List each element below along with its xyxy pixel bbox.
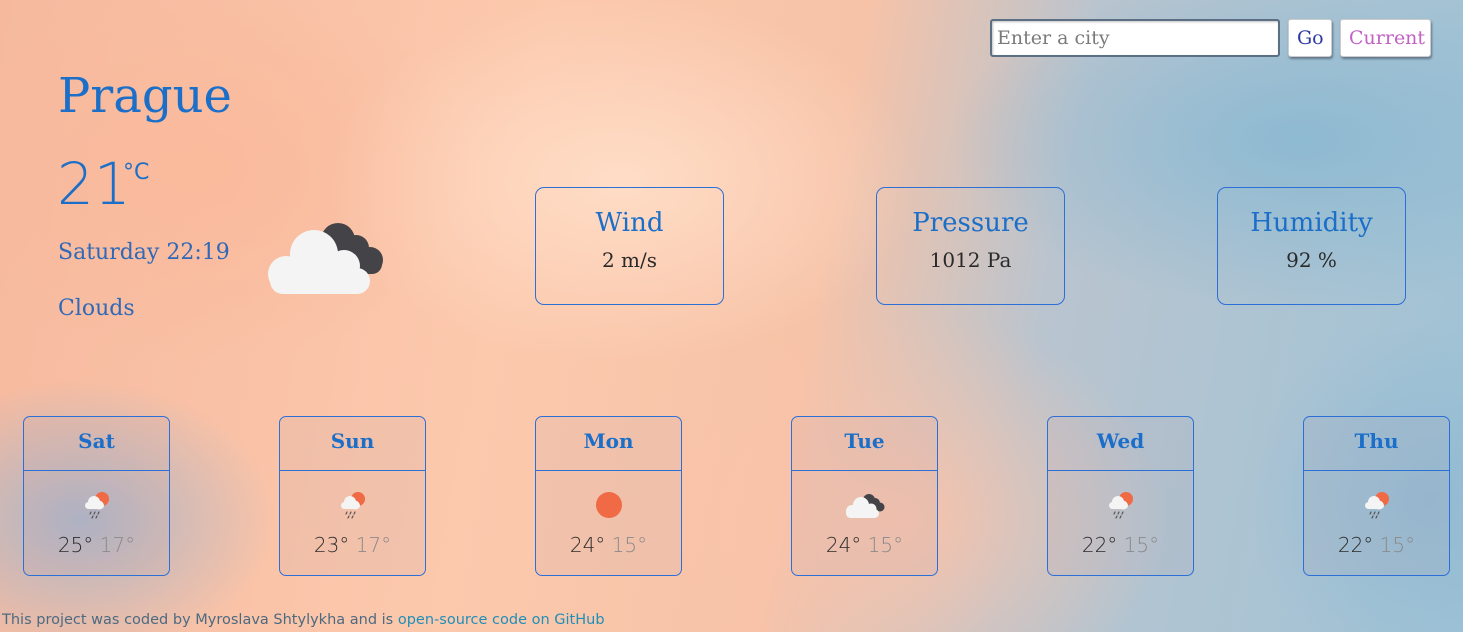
forecast-day: Sun [280,417,425,471]
rain-sun-icon [1048,483,1193,527]
forecast-card-tue: Tue 24° 15° [791,416,938,576]
temperature-unit: °C [123,160,150,185]
forecast-max-temp: 22° [1081,533,1118,557]
forecast-temps: 24° 15° [536,533,681,557]
github-link[interactable]: open-source code on GitHub [398,612,605,628]
search-form: Go Current [990,19,1431,57]
forecast-min-temp: 17° [99,533,136,557]
forecast-day: Tue [792,417,937,471]
footer: This project was coded by Myroslava Shty… [2,612,605,628]
broken-clouds-icon [266,218,390,298]
wind-card: Wind 2 m/s [535,187,724,305]
forecast-temps: 24° 15° [792,533,937,557]
forecast-max-temp: 25° [57,533,94,557]
go-button[interactable]: Go [1288,19,1332,57]
forecast-temps: 23° 17° [280,533,425,557]
forecast-max-temp: 24° [569,533,606,557]
forecast-card-wed: Wed 22° 15° [1047,416,1194,576]
rain-sun-icon [1304,483,1449,527]
forecast-temps: 22° 15° [1048,533,1193,557]
forecast-max-temp: 23° [313,533,350,557]
humidity-value: 92 % [1286,248,1337,272]
forecast-card-thu: Thu 22° 15° [1303,416,1450,576]
humidity-card: Humidity 92 % [1217,187,1406,305]
forecast-min-temp: 17° [355,533,392,557]
city-search-input[interactable] [990,19,1280,57]
current-datetime: Saturday 22:19 [58,240,230,265]
city-name: Prague [58,68,232,124]
forecast-temps: 22° 15° [1304,533,1449,557]
forecast-day: Sat [24,417,169,471]
current-location-button[interactable]: Current [1340,19,1431,57]
forecast-day: Thu [1304,417,1449,471]
forecast-min-temp: 15° [1123,533,1160,557]
forecast-card-sat: Sat 25° 17° [23,416,170,576]
humidity-label: Humidity [1250,208,1373,238]
wind-label: Wind [595,208,664,238]
forecast-min-temp: 15° [1379,533,1416,557]
current-temperature: 21 °C [57,150,149,218]
forecast-max-temp: 24° [825,533,862,557]
rain-sun-icon [24,483,169,527]
forecast-card-mon: Mon 24° 15° [535,416,682,576]
wind-value: 2 m/s [601,248,658,272]
forecast-card-sun: Sun 23° 17° [279,416,426,576]
forecast-day: Mon [536,417,681,471]
footer-text: This project was coded by Myroslava Shty… [2,612,398,628]
forecast-day: Wed [1048,417,1193,471]
broken-clouds-icon [792,483,937,527]
forecast-min-temp: 15° [611,533,648,557]
rain-sun-icon [280,483,425,527]
pressure-value: 1012 Pa [929,248,1012,272]
pressure-card: Pressure 1012 Pa [876,187,1065,305]
temperature-value: 21 [57,150,131,218]
forecast-max-temp: 22° [1337,533,1374,557]
weather-description: Clouds [58,296,135,321]
forecast-temps: 25° 17° [24,533,169,557]
sun-icon [536,483,681,527]
forecast-min-temp: 15° [867,533,904,557]
pressure-label: Pressure [912,208,1029,238]
